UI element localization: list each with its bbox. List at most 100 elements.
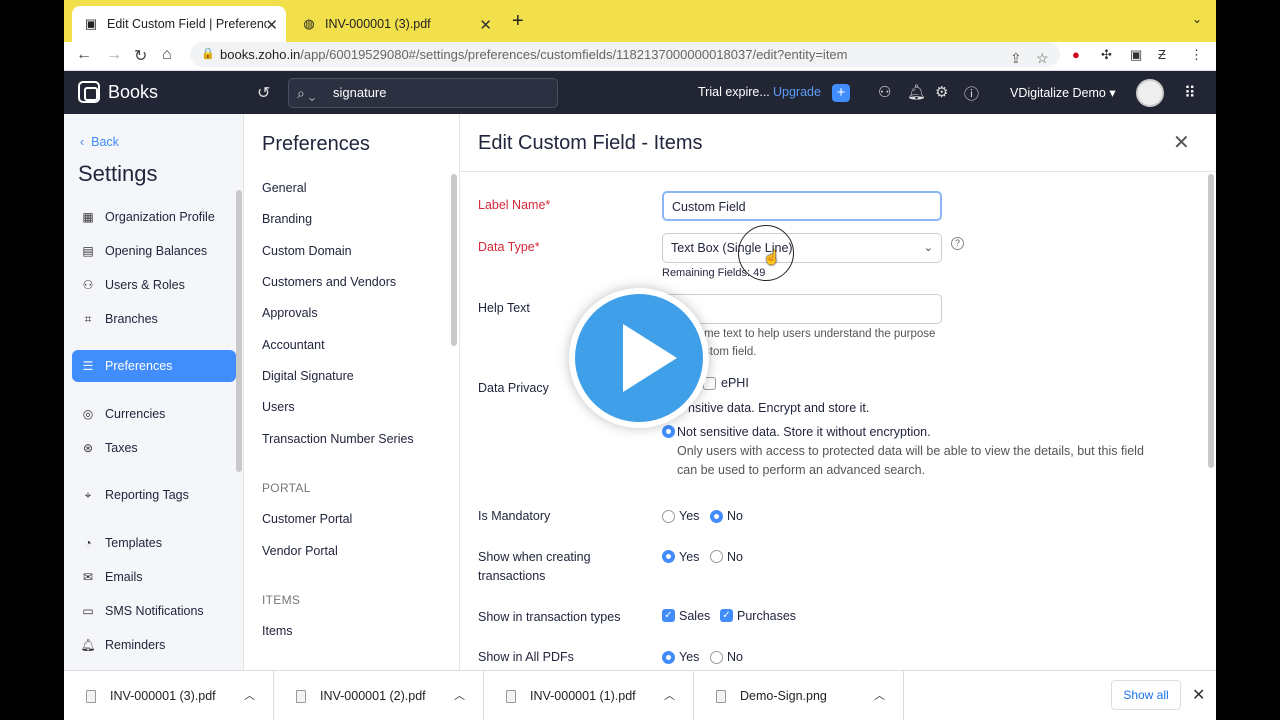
mail-icon: ✉ [82,570,94,584]
new-tab-plus-icon[interactable]: + [512,10,524,33]
sidebar-item-label: Currencies [105,407,166,421]
extensions-puzzle-icon[interactable]: ✣ [1101,47,1112,63]
search-icon[interactable]: ⌕ ⌄ [297,79,315,107]
pref-link-branding[interactable]: Branding [262,212,312,226]
lock-icon: 🔒 [201,48,215,60]
help-icon[interactable]: ⓘ [964,83,979,104]
back-arrow-icon[interactable]: ← [76,46,92,64]
chevron-up-icon[interactable]: ︿ [874,687,885,703]
pref-link-customer-portal[interactable]: Customer Portal [262,512,352,526]
pref-link-transaction-number-series[interactable]: Transaction Number Series [262,432,414,446]
data-type-select[interactable]: Text Box (Single Line) ⌄ [662,233,942,263]
close-icon[interactable]: ✕ [1173,130,1190,155]
purchases-checkbox[interactable]: ✓ [720,609,733,622]
sidebar-item-users-roles[interactable]: ⚇ Users & Roles [72,269,236,301]
pref-link-digital-signature[interactable]: Digital Signature [262,369,354,383]
show-pdfs-no-radio[interactable] [710,651,723,664]
show-pdfs-yes-radio[interactable] [662,651,675,664]
sidebar-item-branches[interactable]: ⌗ Branches [72,303,236,335]
branch-icon: ⌗ [84,311,92,326]
chevron-up-icon[interactable]: ︿ [244,687,255,703]
close-downloads-icon[interactable]: ✕ [1192,685,1205,705]
browser-tab[interactable]: ◍ INV-000001 (3).pdf ✕ [290,6,500,42]
not-sensitive-note: Only users with access to protected data… [677,444,1144,477]
help-question-icon[interactable]: ? [951,237,964,250]
side-panel-icon[interactable]: ▣ [1130,47,1142,63]
help-text-input[interactable] [662,294,942,324]
sidebar-item-organization-profile[interactable]: ▦ Organization Profile [72,201,236,233]
pref-link-custom-domain[interactable]: Custom Domain [262,244,352,258]
sidebar-item-sms-notifications[interactable]: ▭ SMS Notifications [72,595,236,627]
avatar[interactable] [1136,79,1164,107]
sidebar-item-currencies[interactable]: ◎ Currencies [72,398,236,430]
url-field[interactable]: 🔒 books.zoho.in/app/60019529080#/setting… [190,42,1060,67]
not-sensitive-radio[interactable] [662,425,675,438]
preferences-scrollbar[interactable] [451,174,457,346]
bookmark-star-icon[interactable]: ☆ [1036,46,1049,71]
share-icon[interactable]: ⇪ [1010,46,1022,71]
mandatory-no-radio[interactable] [710,510,723,523]
download-item[interactable]: INV-000001 (1).pdf ︿ [484,671,694,720]
download-item[interactable]: Demo-Sign.png ︿ [694,671,904,720]
download-filename: INV-000001 (2).pdf [320,689,426,703]
sidebar-item-emails[interactable]: ✉ Emails [72,561,236,593]
browser-menu-icon[interactable]: ⋮ [1190,47,1203,63]
zoho-extension-icon[interactable]: Ƶ [1158,47,1166,62]
sidebar-item-taxes[interactable]: ⊛ Taxes [72,432,236,464]
data-type-label: Data Type* [478,240,540,254]
pref-link-accountant[interactable]: Accountant [262,338,325,352]
sidebar-item-opening-balances[interactable]: ▤ Opening Balances [72,235,236,267]
video-play-button[interactable] [569,288,709,428]
sidebar-item-preferences[interactable]: ☰ Preferences [72,350,236,382]
forward-arrow-icon[interactable]: → [106,46,122,64]
pref-link-vendor-portal[interactable]: Vendor Portal [262,544,338,558]
ephi-label: ePHI [721,376,749,390]
app-name: Books [108,81,159,102]
sales-checkbox[interactable]: ✓ [662,609,675,622]
sidebar-item-label: Emails [105,570,143,584]
chevron-down-icon[interactable]: ⌄ [1192,12,1202,26]
sidebar-item-label: Templates [105,536,162,550]
notification-bell-icon[interactable]: 🔔︎ [907,83,926,101]
users-icon[interactable]: ⚇ [878,83,891,101]
preferences-menu: Preferences General Branding Custom Doma… [244,114,460,670]
download-item[interactable]: INV-000001 (3).pdf ︿ [64,671,274,720]
pref-link-approvals[interactable]: Approvals [262,306,318,320]
search-input[interactable]: ⌕ ⌄ signature [288,78,558,108]
org-switcher[interactable]: VDigitalize Demo ▾ [1010,85,1116,100]
sidebar-item-templates[interactable]: ◔ Templates [72,527,236,559]
sidebar-item-label: Reminders [105,638,166,652]
close-tab-icon[interactable]: ✕ [479,16,492,34]
show-creating-no-radio[interactable] [710,550,723,563]
settings-gear-icon[interactable]: ⚙ [935,83,948,101]
sidebar-item-reminders[interactable]: 🔔︎ Reminders [72,629,236,661]
pref-link-items[interactable]: Items [262,624,293,638]
download-item[interactable]: INV-000001 (2).pdf ︿ [274,671,484,720]
mandatory-yes-radio[interactable] [662,510,675,523]
sidebar-item-reporting-tags[interactable]: ⌖ Reporting Tags [72,479,236,511]
back-link[interactable]: ‹ Back [80,135,119,149]
main-scrollbar[interactable] [1208,174,1214,468]
close-tab-icon[interactable]: ✕ [265,16,278,34]
upgrade-link[interactable]: Upgrade [773,85,821,99]
show-all-downloads-button[interactable]: Show all [1111,680,1181,710]
recent-history-icon[interactable]: ↺ [257,83,270,103]
pref-link-general[interactable]: General [262,181,306,195]
app-logo[interactable]: Books [78,81,158,103]
chevron-up-icon[interactable]: ︿ [664,687,675,703]
portal-section-heading: PORTAL [262,481,311,495]
home-icon[interactable]: ⌂ [162,46,172,64]
sidebar-scrollbar[interactable] [236,190,242,472]
edit-custom-field-panel: Edit Custom Field - Items ✕ Label Name* … [460,114,1216,670]
browser-tab-active[interactable]: ▣ Edit Custom Field | Preference ✕ [72,6,286,42]
adblock-extension-icon[interactable]: ● [1072,47,1080,62]
pref-link-users[interactable]: Users [262,400,295,414]
show-creating-yes-radio[interactable] [662,550,675,563]
apps-grid-icon[interactable]: ⠿ [1184,83,1196,103]
currency-icon: ◎ [82,407,94,421]
chevron-up-icon[interactable]: ︿ [454,687,465,703]
quick-create-button[interactable]: + [832,84,850,102]
pref-link-customers-vendors[interactable]: Customers and Vendors [262,275,396,289]
label-name-input[interactable]: Custom Field [662,191,942,221]
reload-icon[interactable]: ↻ [134,46,147,66]
